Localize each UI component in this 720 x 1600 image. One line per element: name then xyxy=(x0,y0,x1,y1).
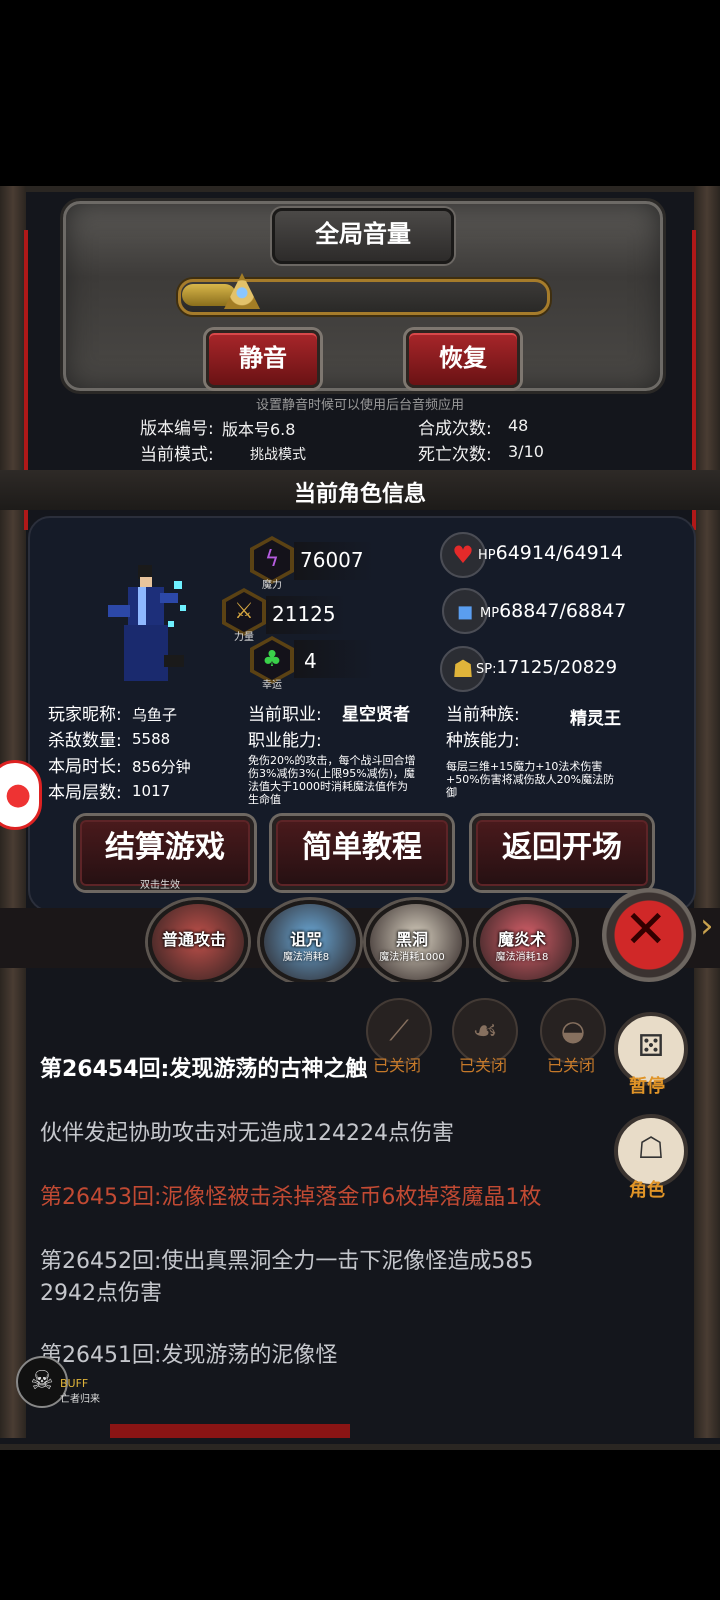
buff-label: BUFF xyxy=(60,1377,89,1390)
skill-normal-attack-name: 普通攻击 xyxy=(161,930,226,949)
time-label: 本局时长: xyxy=(48,757,122,777)
nickname-label: 玩家昵称: xyxy=(48,705,122,725)
log-line: 第26452回:使出真黑洞全力一击下泥像怪造成585 xyxy=(40,1249,534,1274)
skill-flame-name: 魔炎术 xyxy=(497,930,546,949)
toggle-dragon-label: 已关闭 xyxy=(458,1056,507,1075)
log-line: 伙伴发起协助攻击对无造成124224点伤害 xyxy=(40,1121,454,1146)
mute-button[interactable]: 静音 xyxy=(206,330,320,388)
user-icon: ● xyxy=(5,777,32,812)
race-ability-desc: 每层三维+15魔力+10法术伤害+50%伤害将减伤敌人20%魔法防御 xyxy=(446,760,615,799)
dice-icon: ⚄ xyxy=(637,1029,665,1064)
close-skill-button[interactable]: ✕ xyxy=(602,888,696,982)
race-ability-label: 种族能力: xyxy=(446,731,520,751)
close-icon: ✕ xyxy=(624,900,668,960)
craft-value: 48 xyxy=(508,416,529,435)
role-label: 角色 xyxy=(629,1180,665,1201)
hp-value: HP64914/64914 xyxy=(478,542,623,564)
skill-curse-cost: 魔法消耗8 xyxy=(282,952,330,963)
settle-hint: 双击生效 xyxy=(140,880,180,891)
race-value: 精灵王 xyxy=(570,709,621,729)
volume-hint: 设置静音时候可以使用后台音频应用 xyxy=(255,398,464,413)
bottom-red-bar xyxy=(110,1424,350,1438)
floor-value: 1017 xyxy=(132,782,171,800)
pause-label: 暂停 xyxy=(629,1076,665,1097)
skill-flame-cost: 魔法消耗18 xyxy=(495,952,549,963)
return-start-button[interactable]: 返回开场 xyxy=(472,816,652,890)
character-section-title: 当前角色信息 xyxy=(293,482,426,507)
tutorial-button[interactable]: 简单教程 xyxy=(272,816,452,890)
skill-black-hole-name: 黑洞 xyxy=(395,930,428,949)
luck-caption: 幸运 xyxy=(262,680,282,691)
death-label: 死亡次数: xyxy=(418,445,492,465)
mode-label: 当前模式: xyxy=(140,445,214,465)
version-value: 版本号6.8 xyxy=(222,420,296,439)
strength-value: 21125 xyxy=(272,602,336,626)
frame-right-border xyxy=(694,186,720,1438)
mp-value: MP68847/68847 xyxy=(480,600,627,622)
skill-curse-name: 诅咒 xyxy=(289,930,322,949)
job-ability-desc: 免伤20%的攻击，每个战斗回合增伤3%减伤3%(上限95%减伤)，魔法值大于10… xyxy=(248,754,416,806)
sp-value: SP:17125/20829 xyxy=(476,657,618,678)
hooded-figure-icon: ☖ xyxy=(637,1131,665,1166)
luck-value: 4 xyxy=(304,649,317,673)
floor-label: 本局层数: xyxy=(48,783,122,803)
character-avatar xyxy=(108,565,186,681)
time-value: 856分钟 xyxy=(132,758,191,776)
mode-value: 挑战模式 xyxy=(250,447,306,463)
chevron-right-icon[interactable]: › xyxy=(700,906,714,946)
job-label: 当前职业: xyxy=(248,705,322,725)
skill-black-hole-cost: 魔法消耗1000 xyxy=(379,952,445,963)
side-profile-button[interactable]: ● xyxy=(0,760,42,830)
log-line: 第26454回:发现游荡的古神之触 xyxy=(40,1057,368,1082)
craft-label: 合成次数: xyxy=(418,419,492,439)
kills-value: 5588 xyxy=(132,730,171,748)
version-label: 版本编号: xyxy=(140,419,214,439)
restore-button[interactable]: 恢复 xyxy=(406,330,520,388)
toggle-claw-label: 已关闭 xyxy=(372,1056,421,1075)
log-line: 第26453回:泥像怪被击杀掉落金币6枚掉落魔晶1枚 xyxy=(40,1185,542,1210)
job-value: 星空贤者 xyxy=(342,705,410,725)
log-line: 2942点伤害 xyxy=(40,1281,162,1306)
volume-title: 全局音量 xyxy=(272,208,454,264)
nickname-value: 乌鱼子 xyxy=(132,706,178,724)
magic-caption: 魔力 xyxy=(262,580,282,591)
race-label: 当前种族: xyxy=(446,705,520,725)
job-ability-label: 职业能力: xyxy=(248,731,322,751)
buff-sub-label: 亡者归来 xyxy=(60,1394,100,1405)
strength-caption: 力量 xyxy=(234,632,254,643)
toggle-bag-label: 已关闭 xyxy=(546,1056,595,1075)
kills-label: 杀敌数量: xyxy=(48,731,122,751)
log-line: 第26451回:发现游荡的泥像怪 xyxy=(40,1343,338,1368)
death-value: 3/10 xyxy=(508,442,544,461)
magic-value: 76007 xyxy=(300,548,364,572)
